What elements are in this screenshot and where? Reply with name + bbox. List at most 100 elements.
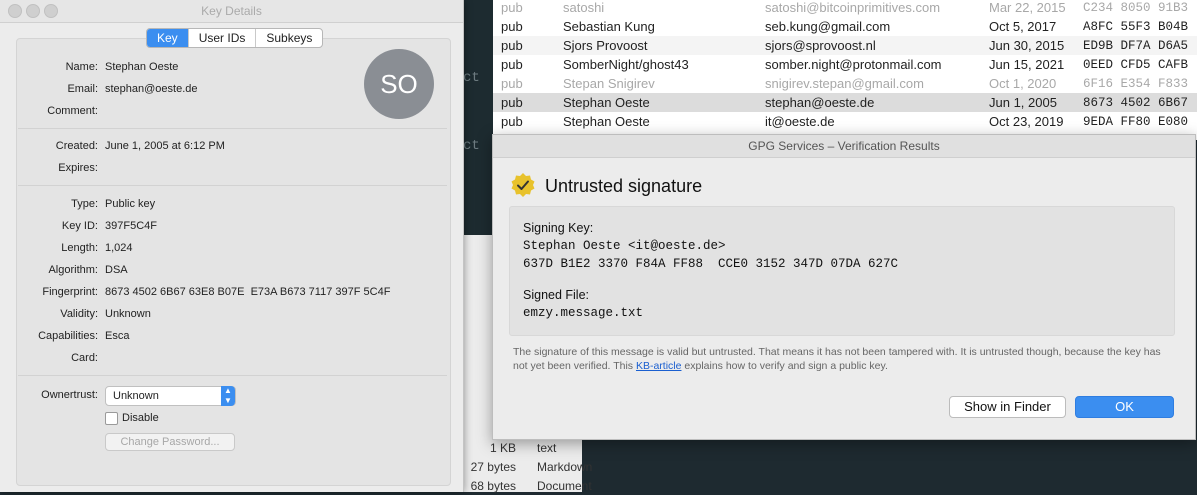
key-id-label: Key ID: xyxy=(61,220,98,232)
divider xyxy=(18,128,447,129)
verified-badge-icon xyxy=(511,173,535,197)
type-label: Type: xyxy=(71,198,98,210)
validity-value: Unknown xyxy=(105,308,151,320)
key-name-cell: Sjors Provoost xyxy=(563,38,648,53)
chevron-updown-icon: ▲ ▼ xyxy=(221,386,235,406)
minimize-window-button[interactable] xyxy=(26,4,40,18)
name-value: Stephan Oeste xyxy=(105,61,179,73)
email-label: Email: xyxy=(67,83,98,95)
finder-row[interactable]: 27 bytes Markdown xyxy=(462,457,593,476)
fingerprint-label: Fingerprint: xyxy=(42,286,98,298)
fingerprint-value: 8673 4502 6B67 63E8 B07E E73A B673 7117 … xyxy=(105,286,391,298)
key-date-cell: Jun 1, 2005 xyxy=(989,95,1057,110)
dialog-title: GPG Services – Verification Results xyxy=(493,135,1195,158)
type-value: Public key xyxy=(105,198,156,210)
key-fingerprint-cell: 8673 4502 6B67 xyxy=(1083,96,1189,110)
tab-subkeys[interactable]: Subkeys xyxy=(256,29,322,47)
key-list-row[interactable]: pub Stepan Snigirev snigirev.stepan@gmail.… xyxy=(493,74,1197,93)
key-date-cell: Jun 15, 2021 xyxy=(989,57,1065,72)
key-date-cell: Oct 5, 2017 xyxy=(989,19,1057,34)
key-list-row[interactable]: pub SomberNight/ghost43 somber.night@proto… xyxy=(493,55,1197,74)
key-name-cell: Stepan Snigirev xyxy=(563,76,655,91)
disable-checkbox[interactable] xyxy=(105,412,118,425)
key-name-cell: Stephan Oeste xyxy=(563,95,650,110)
name-label: Name: xyxy=(65,61,98,73)
length-label: Length: xyxy=(61,242,98,254)
key-id-value: 397F5C4F xyxy=(105,220,157,232)
verification-results-dialog: GPG Services – Verification Results Untr… xyxy=(492,134,1196,440)
validity-label: Validity: xyxy=(60,308,98,320)
key-type-cell: pub xyxy=(501,19,523,34)
key-type-cell: pub xyxy=(501,57,523,72)
key-list-row[interactable]: pub Sjors Provoost sjors@sprovoost.nl Jun 3… xyxy=(493,36,1197,55)
ok-button[interactable]: OK xyxy=(1075,396,1174,418)
terminal-text-fragment: ct xyxy=(463,138,480,154)
key-name-cell: Sebastian Kung xyxy=(563,19,655,34)
card-label: Card: xyxy=(71,352,98,364)
signing-key-user: Stephan Oeste <it@oeste.de> xyxy=(523,239,726,253)
signed-file-name: emzy.message.txt xyxy=(523,306,644,320)
key-name-cell: Stephan Oeste xyxy=(563,114,650,129)
capabilities-value: Esca xyxy=(105,330,130,342)
ownertrust-label: Ownertrust: xyxy=(41,389,98,401)
signed-file-label: Signed File: xyxy=(523,288,590,302)
key-date-cell: Oct 1, 2020 xyxy=(989,76,1057,91)
signature-details-box: Signing Key: Stephan Oeste <it@oeste.de>… xyxy=(509,206,1175,336)
show-in-finder-button[interactable]: Show in Finder xyxy=(949,396,1066,418)
key-details-window: Key Details Key User IDs Subkeys SO Name… xyxy=(0,0,464,492)
key-name-cell: satoshi xyxy=(563,0,605,15)
key-email-cell: somber.night@protonmail.com xyxy=(765,57,942,72)
key-list-row[interactable]: pub satoshi satoshi@bitcoinprimitives.com M… xyxy=(493,0,1197,17)
key-date-cell: Jun 30, 2015 xyxy=(989,38,1065,53)
ownertrust-select[interactable]: Unknown ▲ ▼ xyxy=(105,386,236,406)
finder-row[interactable]: 1 KB text xyxy=(462,438,582,457)
key-fingerprint-cell: ED9B DF7A D6A5 xyxy=(1083,39,1189,53)
key-fingerprint-cell: C234 8050 91B3 xyxy=(1083,1,1189,15)
key-date-cell: Oct 23, 2019 xyxy=(989,114,1064,129)
key-date-cell: Mar 22, 2015 xyxy=(989,0,1066,15)
finder-row[interactable]: 68 bytes Document xyxy=(462,476,592,495)
key-email-cell: snigirev.stepan@gmail.com xyxy=(765,76,924,91)
key-fingerprint-cell: 0EED CFD5 CAFB xyxy=(1083,58,1189,72)
disable-label: Disable xyxy=(122,412,159,424)
capabilities-label: Capabilities: xyxy=(38,330,98,342)
key-type-cell: pub xyxy=(501,76,523,91)
signing-key-fingerprint: 637D B1E2 3370 F84A FF88 CCE0 3152 347D … xyxy=(523,257,899,271)
file-size-cell: 27 bytes xyxy=(470,460,516,474)
key-list: pub satoshi satoshi@bitcoinprimitives.com M… xyxy=(493,0,1197,148)
key-list-row[interactable]: pub Stephan Oeste stephan@oeste.de Jun 1, 2… xyxy=(493,93,1197,112)
tab-key[interactable]: Key xyxy=(147,29,189,47)
key-email-cell: satoshi@bitcoinprimitives.com xyxy=(765,0,941,15)
key-email-cell: sjors@sprovoost.nl xyxy=(765,38,876,53)
window-title: Key Details xyxy=(0,0,463,23)
email-value: stephan@oeste.de xyxy=(105,83,198,95)
divider xyxy=(18,375,447,376)
tab-user-ids[interactable]: User IDs xyxy=(189,29,257,47)
avatar: SO xyxy=(364,49,434,119)
key-fingerprint-cell: A8FC 55F3 B04B xyxy=(1083,20,1189,34)
terminal-text-fragment: ct xyxy=(463,70,480,86)
file-size-cell: 1 KB xyxy=(489,441,516,455)
key-type-cell: pub xyxy=(501,95,523,110)
kb-article-link[interactable]: KB-article xyxy=(636,360,682,372)
signing-key-label: Signing Key: xyxy=(523,221,594,235)
key-type-cell: pub xyxy=(501,0,523,15)
key-name-cell: SomberNight/ghost43 xyxy=(563,57,689,72)
key-list-row[interactable]: pub Stephan Oeste it@oeste.de Oct 23, 2019 9… xyxy=(493,112,1197,131)
comment-label: Comment: xyxy=(47,105,98,117)
verification-headline: Untrusted signature xyxy=(545,176,703,196)
change-password-button[interactable]: Change Password... xyxy=(105,433,235,451)
file-kind-cell: Markdown xyxy=(537,460,593,474)
key-email-cell: seb.kung@gmail.com xyxy=(765,19,891,34)
divider xyxy=(18,185,447,186)
key-email-cell: stephan@oeste.de xyxy=(765,95,875,110)
file-kind-cell: Document xyxy=(537,479,592,493)
algorithm-label: Algorithm: xyxy=(48,264,98,276)
close-window-button[interactable] xyxy=(8,4,22,18)
key-type-cell: pub xyxy=(501,114,523,129)
zoom-window-button[interactable] xyxy=(44,4,58,18)
verification-note: The signature of this message is valid b… xyxy=(513,345,1173,373)
created-label: Created: xyxy=(55,140,98,152)
key-list-row[interactable]: pub Sebastian Kung seb.kung@gmail.com Oct 5… xyxy=(493,17,1197,36)
tab-bar: Key User IDs Subkeys xyxy=(146,28,324,48)
